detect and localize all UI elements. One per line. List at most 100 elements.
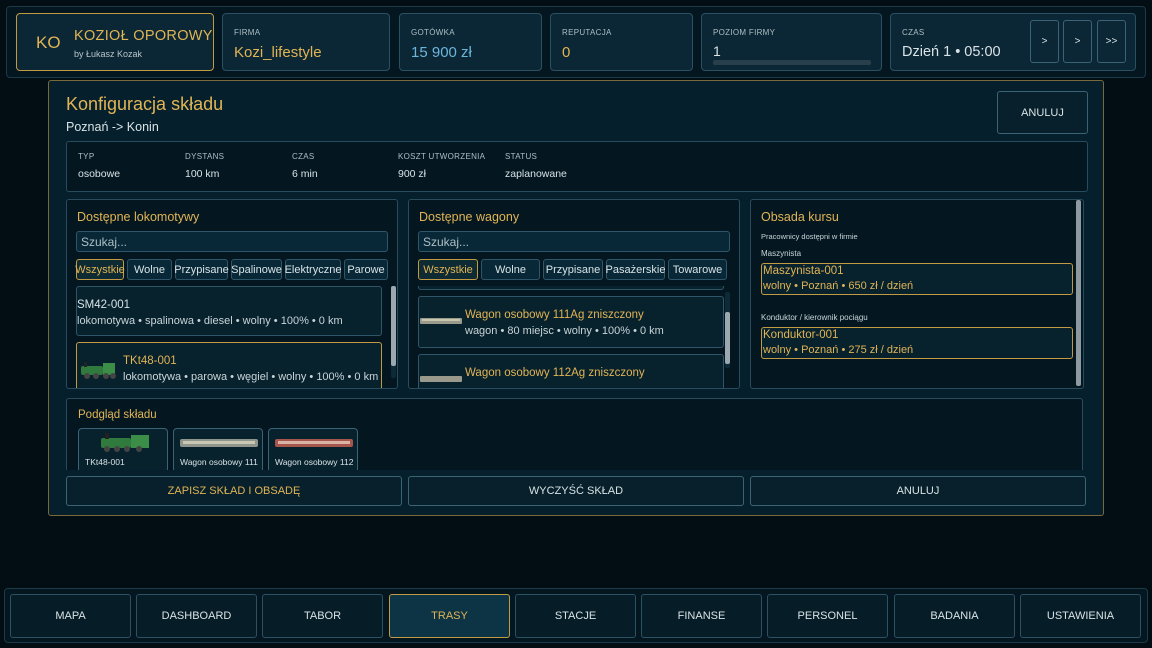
wagon-icon xyxy=(180,439,258,447)
fast-forward-button[interactable]: >> xyxy=(1097,20,1126,63)
preview-card-locomotive[interactable]: TKt48-001 xyxy=(78,428,168,470)
info-status-value: zaplanowane xyxy=(505,168,567,180)
locomotive-filters: Wszystkie Wolne Przypisane Spalinowe Ele… xyxy=(75,259,388,280)
firm-label: FIRMA xyxy=(234,28,261,37)
driver-desc: wolny • Poznań • 650 zł / dzień xyxy=(763,280,914,292)
preview-card-label: Wagon osobowy 111 xyxy=(180,457,258,467)
info-time-value: 6 min xyxy=(292,168,318,180)
item-desc: wagon • 80 miejsc • wolny • 100% • 0 km xyxy=(465,325,664,337)
save-composition-button[interactable]: ZAPISZ SKŁAD I OBSADĘ xyxy=(66,476,402,506)
reputation-value: 0 xyxy=(562,44,571,61)
clear-composition-button[interactable]: WYCZYŚĆ SKŁAD xyxy=(408,476,744,506)
train-preview-panel: Podgląd składu TKt48-001 Wagon osobowy 1… xyxy=(66,398,1083,470)
filter-free[interactable]: Wolne xyxy=(127,259,172,280)
nav-map[interactable]: MAPA xyxy=(10,594,131,638)
info-distance-label: DYSTANS xyxy=(185,152,225,161)
nav-settings[interactable]: USTAWIENIA xyxy=(1020,594,1141,638)
level-progress-bar xyxy=(713,60,871,65)
logo-initials: KO xyxy=(36,33,61,52)
play-button[interactable]: > xyxy=(1030,20,1059,63)
filter-free[interactable]: Wolne xyxy=(481,259,540,280)
scrollbar-thumb[interactable] xyxy=(1076,200,1081,386)
list-item[interactable]: Wagon osobowy 112Ag zniszczony xyxy=(418,354,724,388)
nav-rolling-stock[interactable]: TABOR xyxy=(262,594,383,638)
modal-route: Poznań -> Konin xyxy=(66,120,159,134)
scrollbar-thumb[interactable] xyxy=(725,312,730,364)
time-label: CZAS xyxy=(902,28,925,37)
modal-title: Konfiguracja składu xyxy=(66,94,224,114)
level-value: 1 xyxy=(713,43,721,59)
crew-title: Obsada kursu xyxy=(761,210,839,224)
item-name: Wagon osobowy 111Ag zniszczony xyxy=(465,309,644,321)
nav-stations[interactable]: STACJE xyxy=(515,594,636,638)
logo-title: KOZIOŁ OPOROWY xyxy=(74,28,213,44)
top-bar: KO KOZIOŁ OPOROWY by Łukasz Kozak FIRMA … xyxy=(6,6,1146,78)
filter-steam[interactable]: Parowe xyxy=(344,259,388,280)
item-name: SM42-001 xyxy=(77,299,131,311)
filter-all[interactable]: Wszystkie xyxy=(418,259,478,280)
crew-panel: Obsada kursu Pracownicy dostępni w firmi… xyxy=(750,199,1084,389)
wagon-icon xyxy=(275,439,353,447)
cash-value: 15 900 zł xyxy=(411,44,472,61)
crew-scrollbar[interactable] xyxy=(1076,200,1081,386)
filter-all[interactable]: Wszystkie xyxy=(75,259,125,280)
cancel-button[interactable]: ANULUJ xyxy=(750,476,1086,506)
item-name: TKt48-001 xyxy=(123,355,177,367)
steam-locomotive-icon xyxy=(81,362,116,379)
driver-name: Maszynista-001 xyxy=(763,265,844,277)
reputation-label: REPUTACJA xyxy=(562,28,612,37)
preview-card-label: Wagon osobowy 112 xyxy=(275,457,354,467)
list-item[interactable]: Wagon osobowy 111Ag zniszczony wagon • 8… xyxy=(418,296,724,348)
item-desc: lokomotywa • spalinowa • diesel • wolny … xyxy=(77,315,343,327)
locomotive-scrollbar[interactable] xyxy=(391,286,396,378)
wagons-search-input[interactable]: Szukaj... xyxy=(418,231,730,252)
firm-box: FIRMA Kozi_lifestyle xyxy=(222,13,390,71)
preview-card-wagon[interactable]: Wagon osobowy 112 xyxy=(268,428,358,470)
info-type: TYP osobowe xyxy=(78,152,120,180)
filter-freight[interactable]: Towarowe xyxy=(668,259,727,280)
driver-select[interactable]: Maszynista-001 wolny • Poznań • 650 zł /… xyxy=(761,263,1073,295)
info-cost-value: 900 zł xyxy=(398,168,427,180)
cash-box: GOTÓWKA 15 900 zł xyxy=(399,13,542,71)
nav-personnel[interactable]: PERSONEL xyxy=(767,594,888,638)
list-item-selected[interactable]: TKt48-001 lokomotywa • parowa • węgiel •… xyxy=(76,342,382,388)
time-value: Dzień 1 • 05:00 xyxy=(902,44,1001,60)
level-label: POZIOM FIRMY xyxy=(713,28,776,37)
filter-electric[interactable]: Elektryczne xyxy=(285,259,341,280)
list-item[interactable] xyxy=(418,286,724,290)
list-item[interactable]: SM42-001 lokomotywa • spalinowa • diesel… xyxy=(76,286,382,336)
filter-assigned[interactable]: Przypisane xyxy=(174,259,229,280)
speed-button[interactable]: > xyxy=(1063,20,1092,63)
locomotives-search-input[interactable]: Szukaj... xyxy=(76,231,388,252)
wagon-scrollbar[interactable] xyxy=(725,292,730,368)
locomotives-panel: Dostępne lokomotywy Szukaj... Wszystkie … xyxy=(66,199,398,389)
info-cost-label: KOSZT UTWORZENIA xyxy=(398,152,486,161)
nav-finances[interactable]: FINANSE xyxy=(641,594,762,638)
conductor-select[interactable]: Konduktor-001 wolny • Poznań • 275 zł / … xyxy=(761,327,1073,359)
filter-passenger[interactable]: Pasażerskie xyxy=(606,259,665,280)
wagon-icon xyxy=(420,376,462,382)
company-level-box: POZIOM FIRMY 1 xyxy=(701,13,882,71)
wagon-list: Wagon osobowy 111Ag zniszczony wagon • 8… xyxy=(409,286,739,388)
info-distance-value: 100 km xyxy=(185,168,220,180)
logo-author: by Łukasz Kozak xyxy=(74,49,143,59)
time-box: CZAS Dzień 1 • 05:00 > > >> xyxy=(890,13,1136,71)
filter-assigned[interactable]: Przypisane xyxy=(543,259,603,280)
cancel-top-button[interactable]: ANULUJ xyxy=(997,91,1088,134)
item-desc: lokomotywa • parowa • węgiel • wolny • 1… xyxy=(123,371,379,383)
preview-title: Podgląd składu xyxy=(78,409,157,421)
wagon-icon xyxy=(420,318,462,324)
crew-subtitle: Pracownicy dostępni w firmie xyxy=(761,232,858,241)
info-type-label: TYP xyxy=(78,152,95,161)
scrollbar-thumb[interactable] xyxy=(391,286,396,366)
cash-label: GOTÓWKA xyxy=(411,28,455,37)
preview-card-wagon[interactable]: Wagon osobowy 111 xyxy=(173,428,263,470)
nav-dashboard[interactable]: DASHBOARD xyxy=(136,594,257,638)
info-type-value: osobowe xyxy=(78,168,121,180)
steam-locomotive-icon xyxy=(101,433,149,452)
nav-routes[interactable]: TRASY xyxy=(389,594,510,638)
info-time: CZAS 6 min xyxy=(292,152,318,180)
nav-research[interactable]: BADANIA xyxy=(894,594,1015,638)
filter-diesel[interactable]: Spalinowe xyxy=(231,259,282,280)
wagons-panel: Dostępne wagony Szukaj... Wszystkie Woln… xyxy=(408,199,740,389)
